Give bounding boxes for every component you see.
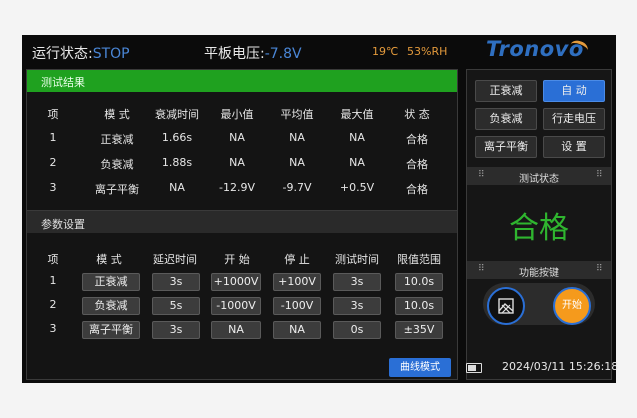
mode-field[interactable]: 正衰减: [82, 273, 140, 291]
res-col-idx: 项: [47, 108, 59, 121]
res-row-mode: 正衰减: [100, 133, 134, 146]
params-panel: 参数设置 项 模 式 延迟时间 开 始 停 止 测试时间 限值范围 1 正衰减 …: [26, 210, 458, 380]
start-voltage-field[interactable]: -1000V: [211, 297, 261, 315]
par-row-idx: 1: [49, 274, 57, 287]
function-keys-bar: ⠿ 功能按键 ⠿: [467, 261, 611, 279]
test-status-value: 合格: [509, 211, 569, 246]
limit-field[interactable]: 10.0s: [395, 273, 443, 291]
res-row-avg: NA: [289, 131, 305, 144]
start-voltage-field[interactable]: NA: [211, 321, 261, 339]
grip-right-icon: ⠿: [596, 264, 603, 274]
test-time-field[interactable]: 3s: [333, 297, 381, 315]
ion-balance-button[interactable]: 离子平衡: [475, 136, 537, 158]
res-row-max: NA: [349, 156, 365, 169]
function-keys-label: 功能按键: [519, 268, 559, 279]
par-col-idx: 项: [47, 253, 59, 266]
params-header: 参数设置: [27, 211, 457, 233]
res-row-mode: 离子平衡: [95, 183, 139, 196]
test-time-field[interactable]: 3s: [333, 273, 381, 291]
par-col-delay: 延迟时间: [153, 253, 197, 266]
delay-field[interactable]: 3s: [152, 273, 200, 291]
limit-field[interactable]: 10.0s: [395, 297, 443, 315]
res-row-max: +0.5V: [339, 181, 375, 194]
res-col-max: 最大值: [340, 108, 374, 121]
res-col-min: 最小值: [220, 108, 254, 121]
test-status-bar: ⠿ 测试状态 ⠿: [467, 167, 611, 185]
datetime: 2024/03/11 15:26:18: [502, 360, 619, 373]
stop-voltage-field[interactable]: NA: [273, 321, 321, 339]
start-button[interactable]: 开始: [553, 287, 591, 325]
side-panel: 正衰减 自 动 负衰减 行走电压 离子平衡 设 置 ⠿ 测试状态 ⠿ 合格 ⠿ …: [466, 69, 612, 380]
res-row-max: NA: [349, 131, 365, 144]
delay-field[interactable]: 3s: [152, 321, 200, 339]
res-row-status: 合格: [406, 133, 428, 146]
curve-mode-button[interactable]: 曲线模式: [389, 358, 451, 377]
plate-voltage: 平板电压:-7.8V: [204, 43, 302, 63]
mode-field[interactable]: 负衰减: [82, 297, 140, 315]
auto-button[interactable]: 自 动: [543, 80, 605, 102]
par-col-limit: 限值范围: [397, 253, 441, 266]
res-col-avg: 平均值: [280, 108, 314, 121]
plate-voltage-label: 平板电压:: [204, 46, 265, 62]
par-row-idx: 2: [49, 298, 57, 311]
status-bar: 运行状态:STOP 平板电压:-7.8V 19℃ 53%RH Tronovo: [22, 35, 616, 67]
test-time-field[interactable]: 0s: [333, 321, 381, 339]
start-voltage-field[interactable]: +1000V: [211, 273, 261, 291]
par-col-stop: 停 止: [284, 253, 310, 266]
mode-field[interactable]: 离子平衡: [82, 321, 140, 339]
res-row-idx: 1: [49, 131, 57, 144]
res-col-status: 状 态: [404, 108, 430, 121]
test-status-label: 测试状态: [519, 174, 559, 185]
res-row-idx: 2: [49, 156, 57, 169]
res-row-decay: 1.66s: [161, 131, 193, 144]
res-col-decay: 衰减时间: [155, 108, 199, 121]
delay-field[interactable]: 5s: [152, 297, 200, 315]
stop-voltage-field[interactable]: +100V: [273, 273, 321, 291]
par-col-mode: 模 式: [96, 253, 122, 266]
limit-field[interactable]: ±35V: [395, 321, 443, 339]
res-row-status: 合格: [406, 183, 428, 196]
run-status-value: STOP: [92, 46, 130, 62]
res-row-min: NA: [229, 131, 245, 144]
results-header: 测试结果: [27, 70, 457, 92]
plate-voltage-value: -7.8V: [264, 46, 302, 62]
res-row-avg: NA: [289, 156, 305, 169]
res-row-status: 合格: [406, 158, 428, 171]
temperature: 19℃: [372, 45, 399, 58]
par-col-start: 开 始: [224, 253, 250, 266]
results-title: 测试结果: [41, 76, 85, 89]
settings-button[interactable]: 设 置: [543, 136, 605, 158]
run-status: 运行状态:STOP: [32, 43, 130, 63]
clear-chart-icon: [498, 298, 514, 314]
res-row-decay: 1.88s: [161, 156, 193, 169]
grip-right-icon: ⠿: [596, 170, 603, 180]
device-screen: 运行状态:STOP 平板电压:-7.8V 19℃ 53%RH Tronovo 测…: [22, 35, 619, 383]
res-row-idx: 3: [49, 181, 57, 194]
humidity: 53%RH: [407, 45, 448, 58]
res-row-decay: NA: [169, 181, 185, 194]
pos-decay-button[interactable]: 正衰减: [475, 80, 537, 102]
res-row-min: NA: [229, 156, 245, 169]
neg-decay-button[interactable]: 负衰减: [475, 108, 537, 130]
clear-chart-button[interactable]: [487, 287, 525, 325]
battery-icon: [466, 363, 482, 373]
res-row-mode: 负衰减: [100, 158, 134, 171]
res-row-min: -12.9V: [219, 181, 255, 194]
stop-voltage-field[interactable]: -100V: [273, 297, 321, 315]
res-col-mode: 模 式: [104, 108, 130, 121]
res-row-avg: -9.7V: [282, 181, 312, 194]
walk-voltage-button[interactable]: 行走电压: [543, 108, 605, 130]
params-title: 参数设置: [41, 218, 85, 231]
par-col-test-time: 测试时间: [335, 253, 379, 266]
par-row-idx: 3: [49, 322, 57, 335]
run-status-label: 运行状态:: [32, 46, 93, 62]
